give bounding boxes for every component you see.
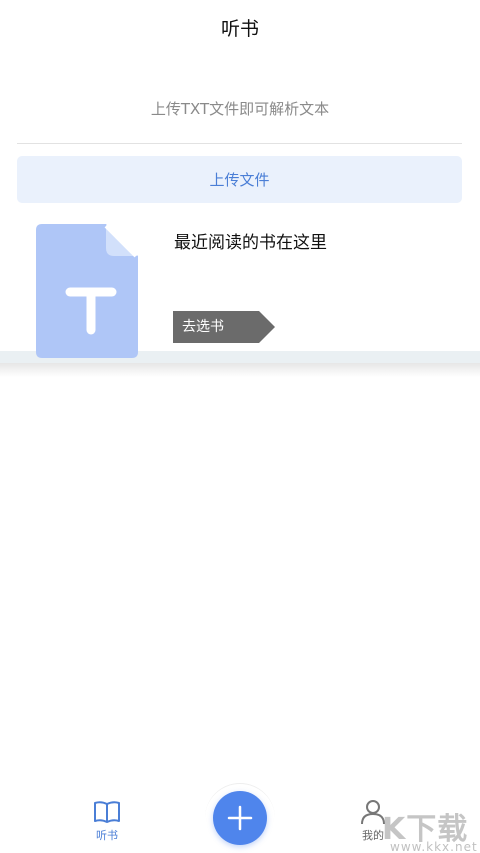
watermark: K下载 www.kkx.net	[360, 796, 480, 853]
recent-reading-title: 最近阅读的书在这里	[174, 233, 327, 253]
page-title: 听书	[220, 17, 259, 40]
txt-file-icon	[36, 224, 138, 358]
choose-book-label: 去选书	[182, 319, 224, 335]
listen-screen: 听书 上传TXT文件即可解析文本 上传文件 最近阅读的书在这里 去选书 听书 我…	[0, 0, 480, 853]
upload-hint: 上传TXT文件即可解析文本	[150, 100, 330, 118]
header: 听书	[0, 0, 480, 54]
plus-icon	[227, 805, 253, 831]
tab-listen[interactable]: 听书	[57, 789, 157, 853]
watermark-url: www.kkx.net	[390, 840, 478, 853]
tab-listen-label: 听书	[96, 829, 118, 842]
upload-file-button[interactable]: 上传文件	[17, 156, 462, 203]
divider	[17, 143, 462, 144]
card-shadow	[0, 363, 480, 377]
add-button[interactable]	[213, 791, 267, 845]
book-icon	[94, 801, 120, 823]
choose-book-button[interactable]: 去选书	[173, 311, 275, 343]
